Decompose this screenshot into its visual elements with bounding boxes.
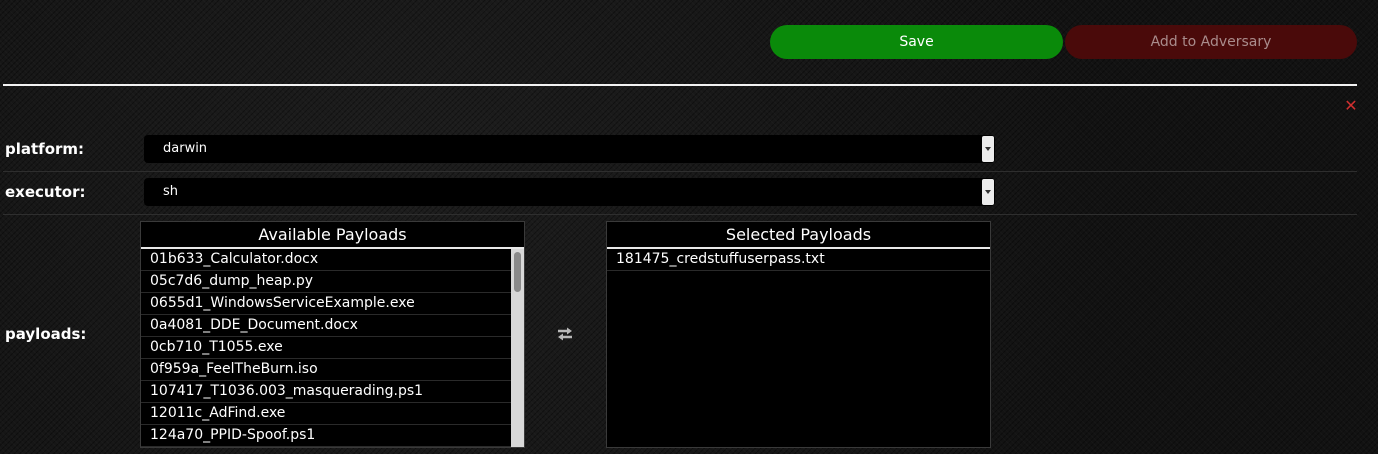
list-item[interactable]: 107417_T1036.003_masquerading.ps1 — [141, 381, 511, 403]
available-payloads-scrollbar[interactable] — [511, 249, 524, 447]
row-divider — [3, 214, 1357, 215]
list-item[interactable]: 0a4081_DDE_Document.docx — [141, 315, 511, 337]
transfer-arrows-icon[interactable] — [555, 324, 575, 344]
chevron-down-icon[interactable] — [982, 136, 994, 162]
executor-select[interactable]: sh — [144, 178, 995, 206]
available-payloads-title: Available Payloads — [141, 222, 524, 249]
selected-payloads-title: Selected Payloads — [607, 222, 990, 249]
scrollbar-thumb[interactable] — [514, 252, 521, 292]
selected-payloads-list[interactable]: Selected Payloads 181475_credstuffuserpa… — [606, 221, 991, 448]
row-divider — [3, 171, 1357, 172]
platform-select-value: darwin — [163, 141, 208, 156]
close-icon[interactable]: ✕ — [1343, 97, 1359, 115]
list-item[interactable]: 124a70_PPID-Spoof.ps1 — [141, 425, 511, 447]
list-item[interactable]: 181475_credstuffuserpass.txt — [607, 249, 990, 271]
executor-select-value: sh — [163, 184, 179, 199]
available-payloads-list[interactable]: Available Payloads 01b633_Calculator.doc… — [140, 221, 525, 448]
platform-select[interactable]: darwin — [144, 135, 995, 163]
platform-label: platform: — [5, 140, 85, 158]
save-button[interactable]: Save — [770, 25, 1063, 59]
list-item[interactable]: 0cb710_T1055.exe — [141, 337, 511, 359]
chevron-down-icon[interactable] — [982, 179, 994, 205]
list-item[interactable]: 01b633_Calculator.docx — [141, 249, 511, 271]
payloads-label: payloads: — [5, 325, 87, 343]
executor-label: executor: — [5, 183, 86, 201]
list-item[interactable]: 0655d1_WindowsServiceExample.exe — [141, 293, 511, 315]
list-item[interactable]: 05c7d6_dump_heap.py — [141, 271, 511, 293]
header-divider — [3, 84, 1357, 86]
list-item[interactable]: 12011c_AdFind.exe — [141, 403, 511, 425]
add-to-adversary-button[interactable]: Add to Adversary — [1065, 25, 1357, 59]
list-item[interactable]: 0f959a_FeelTheBurn.iso — [141, 359, 511, 381]
